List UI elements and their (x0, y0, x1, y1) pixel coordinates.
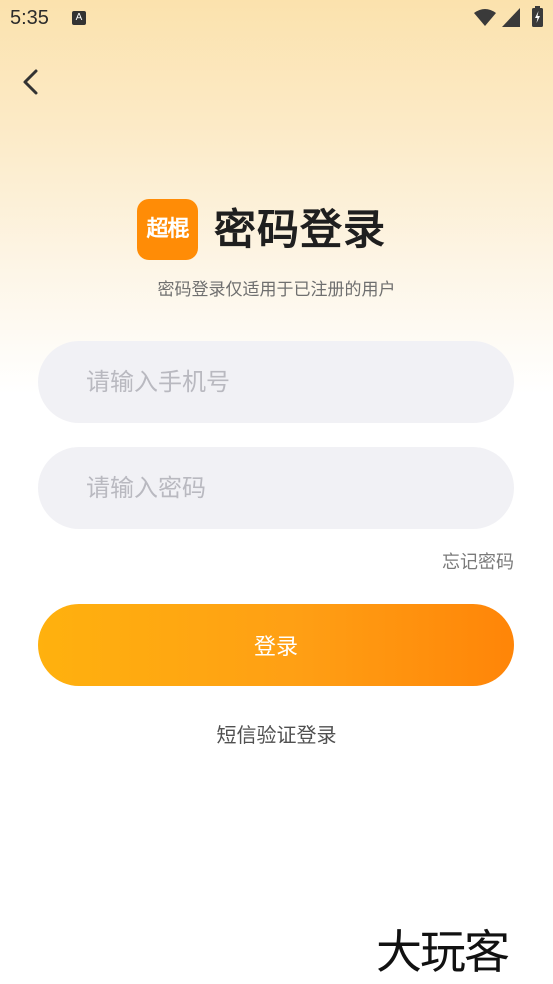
notification-icon: A (72, 11, 86, 25)
page-title: 密码登录 (214, 205, 387, 254)
back-button[interactable] (14, 64, 50, 100)
status-bar: 5:35 A (0, 0, 553, 38)
status-time: 5:35 (10, 7, 49, 29)
phone-input[interactable] (38, 341, 514, 423)
sms-login-link[interactable]: 短信验证登录 (0, 719, 553, 748)
signal-icon (502, 8, 520, 27)
wifi-icon (474, 9, 496, 26)
page-subtitle: 密码登录仅适用于已注册的用户 (157, 280, 396, 300)
password-field[interactable] (38, 447, 514, 529)
login-button[interactable]: 登录 (38, 604, 514, 686)
watermark-logo: 大玩客 (376, 925, 510, 979)
back-arrow-icon (23, 69, 38, 95)
password-input[interactable] (38, 447, 514, 529)
battery-icon (532, 6, 543, 27)
app-logo: 超棍 (137, 199, 198, 260)
phone-field[interactable] (38, 341, 514, 423)
forgot-password-link[interactable]: 忘记密码 (442, 548, 514, 574)
